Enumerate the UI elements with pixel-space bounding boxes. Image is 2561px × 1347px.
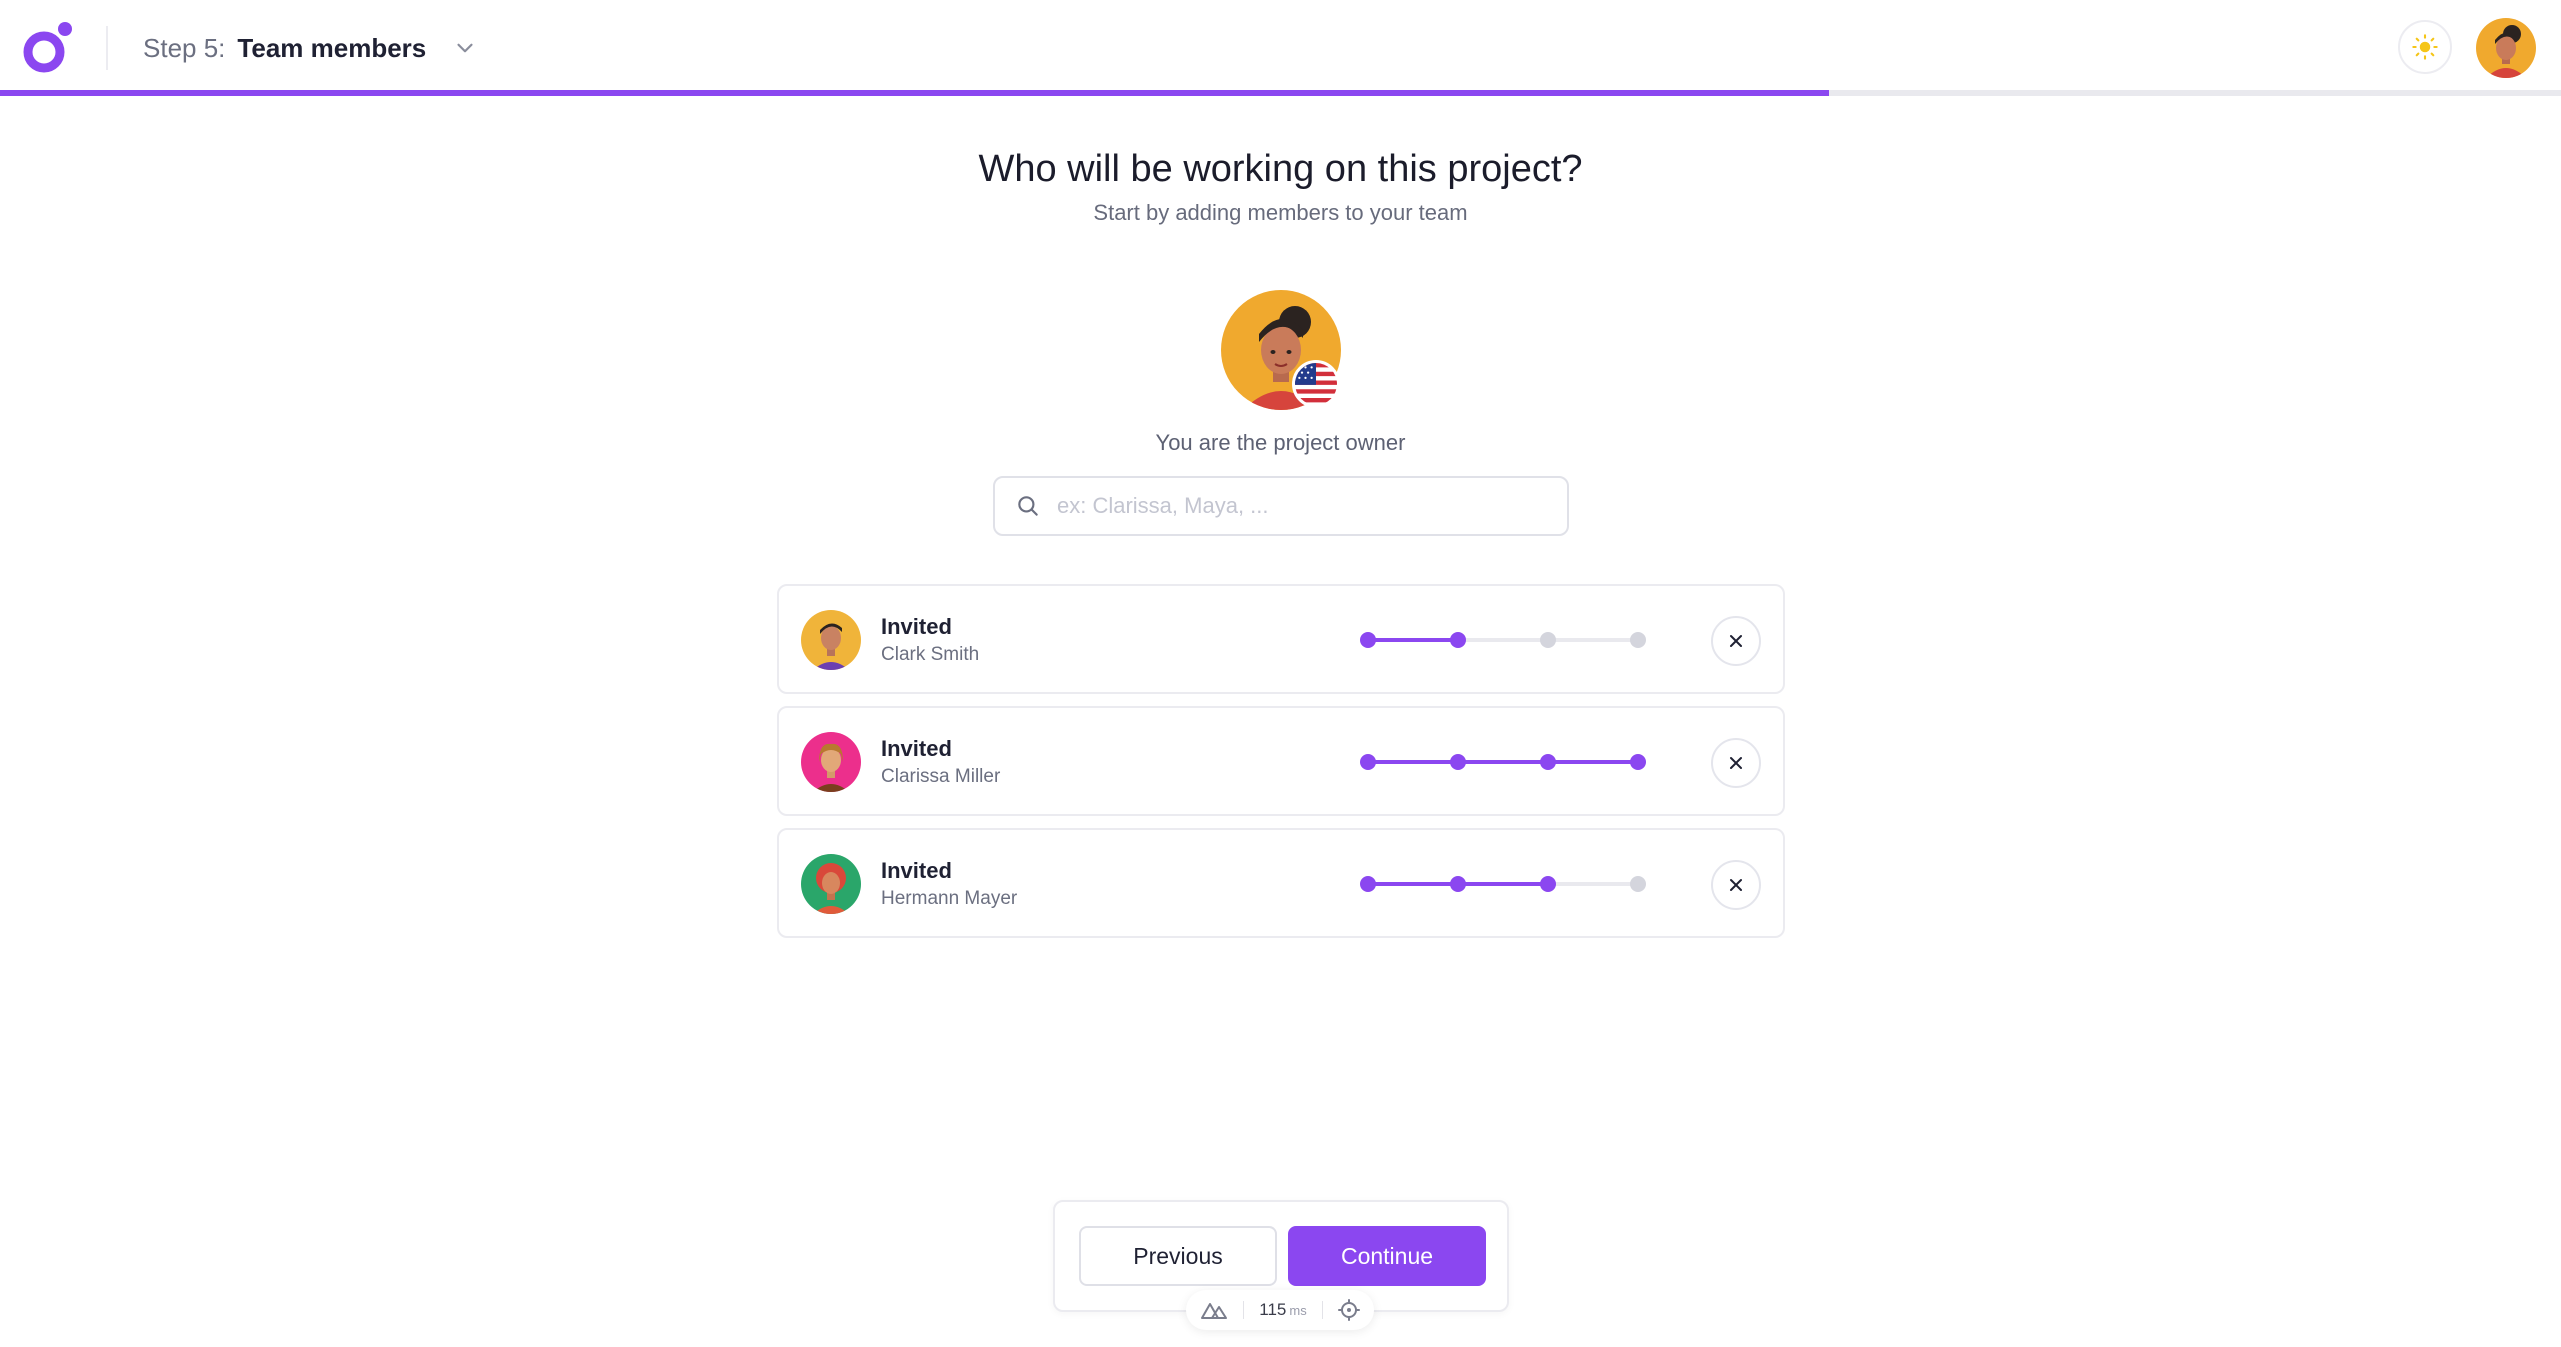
close-icon xyxy=(1730,879,1742,891)
search-icon xyxy=(1018,496,1038,516)
remove-member-button[interactable] xyxy=(1711,738,1761,788)
crosshair-icon[interactable] xyxy=(1337,1299,1360,1321)
stepper-dot xyxy=(1540,754,1556,770)
close-icon xyxy=(1730,757,1742,769)
member-status: Invited xyxy=(881,736,952,761)
stepper-dot xyxy=(1450,632,1466,648)
stepper-dot xyxy=(1360,754,1376,770)
theme-toggle-button[interactable] xyxy=(2398,20,2452,74)
stepper-dot xyxy=(1630,876,1646,892)
member-row: Invited Hermann Mayer xyxy=(777,828,1785,938)
step-prefix: Step 5: xyxy=(143,32,226,63)
member-avatar xyxy=(801,732,861,792)
stepper-graphic xyxy=(1360,754,1646,770)
render-time-value: 115 xyxy=(1259,1300,1287,1319)
owner-label: You are the project owner xyxy=(1155,430,1406,455)
stepper-dot xyxy=(1450,876,1466,892)
devtools-separator xyxy=(1243,1301,1245,1319)
member-progress-stepper xyxy=(1358,752,1648,772)
member-search xyxy=(993,476,1569,536)
continue-button[interactable]: Continue xyxy=(1288,1226,1486,1286)
previous-button[interactable]: Previous xyxy=(1079,1226,1277,1286)
member-status: Invited xyxy=(881,858,952,883)
sun-icon xyxy=(2412,34,2438,60)
remove-member-button[interactable] xyxy=(1711,616,1761,666)
stepper-dot xyxy=(1630,754,1646,770)
stepper-dot xyxy=(1630,632,1646,648)
chevron-down-icon xyxy=(457,43,473,53)
member-avatar xyxy=(801,854,861,914)
stepper-graphic xyxy=(1360,876,1646,892)
render-time-unit: ms xyxy=(1289,1303,1307,1318)
devtools-separator xyxy=(1321,1301,1323,1319)
stepper-dot xyxy=(1360,632,1376,648)
render-time: 115 ms xyxy=(1259,1300,1306,1320)
stepper-dot xyxy=(1450,754,1466,770)
stepper-dot xyxy=(1540,632,1556,648)
user-avatar[interactable] xyxy=(2476,18,2536,78)
member-progress-stepper xyxy=(1358,630,1648,650)
member-name: Clark Smith xyxy=(881,644,980,665)
close-icon xyxy=(1730,635,1742,647)
nuxt-logo-icon[interactable] xyxy=(1200,1300,1228,1320)
top-header: Step 5: Team members xyxy=(0,0,2561,92)
member-progress-stepper xyxy=(1358,874,1648,894)
step-title: Team members xyxy=(237,32,427,63)
header-divider xyxy=(106,26,108,70)
member-row: Invited Clark Smith xyxy=(777,584,1785,694)
us-flag-icon xyxy=(1292,360,1340,408)
stepper-dot xyxy=(1540,876,1556,892)
devtools-badge: 115 ms xyxy=(1186,1290,1374,1330)
remove-member-button[interactable] xyxy=(1711,860,1761,910)
page-subtitle: Start by adding members to your team xyxy=(1093,200,1468,225)
stepper-graphic xyxy=(1360,632,1646,648)
member-status: Invited xyxy=(881,614,952,639)
member-row: Invited Clarissa Miller xyxy=(777,706,1785,816)
member-name: Clarissa Miller xyxy=(881,766,1001,787)
wizard-progress-bar xyxy=(0,90,2561,96)
page-title: Who will be working on this project? xyxy=(978,148,1583,190)
member-avatar xyxy=(801,610,861,670)
wizard-progress-fill xyxy=(0,90,1829,96)
step-selector[interactable]: Step 5: Team members xyxy=(143,30,478,66)
app-logo[interactable] xyxy=(22,20,74,76)
stepper-dot xyxy=(1360,876,1376,892)
member-name: Hermann Mayer xyxy=(881,888,1018,909)
member-list: Invited Clark Smith Invited Clarissa Mil… xyxy=(777,584,1785,950)
search-input[interactable] xyxy=(1057,493,1557,519)
